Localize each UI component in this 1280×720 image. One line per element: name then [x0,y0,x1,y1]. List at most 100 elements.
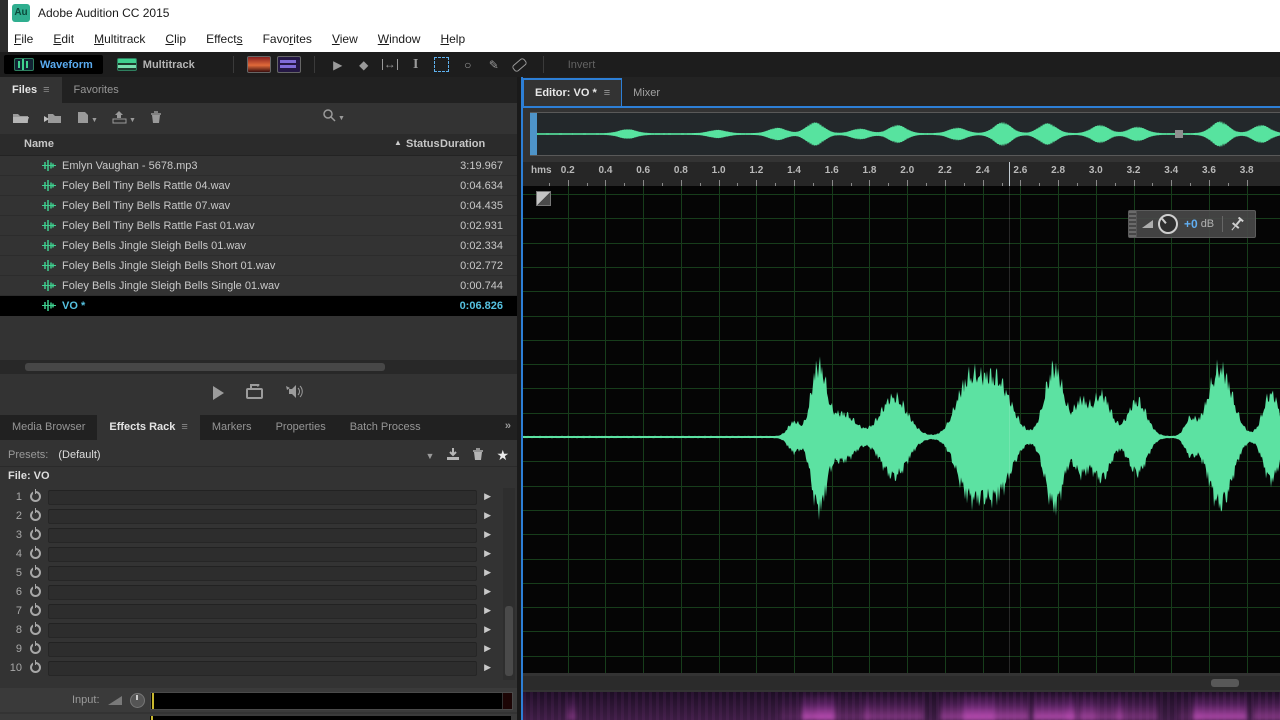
slot-arrow-icon[interactable]: ▶ [484,548,491,559]
slot-well[interactable] [48,623,477,638]
column-status[interactable]: Status [406,138,440,150]
effect-slot-6[interactable]: 6▶ [0,583,517,602]
menu-clip[interactable]: Clip [155,28,196,50]
effect-slot-4[interactable]: 4▶ [0,545,517,564]
power-icon[interactable] [30,548,41,559]
column-duration[interactable]: Duration [440,138,485,150]
favorite-star-icon[interactable]: ★ [496,447,509,464]
slot-well[interactable] [48,642,477,657]
tab-favorites[interactable]: Favorites [62,77,131,103]
razor-tool-icon[interactable]: ◆ [351,55,377,74]
file-row[interactable]: Foley Bells Jingle Sleigh Bells Single 0… [0,276,517,296]
slot-arrow-icon[interactable]: ▶ [484,491,491,502]
play-icon[interactable] [213,386,224,400]
open-file-button[interactable] [12,111,30,124]
loop-playback-icon[interactable] [246,384,264,402]
menu-favorites[interactable]: Favorites [253,28,322,50]
effect-slot-3[interactable]: 3▶ [0,526,517,545]
new-file-button[interactable]: ▼ [76,111,98,124]
pin-icon[interactable] [1230,217,1244,232]
tab-overflow-chevron[interactable]: » [505,420,511,432]
power-icon[interactable] [30,586,41,597]
effect-slot-2[interactable]: 2▶ [0,507,517,526]
file-row[interactable]: Foley Bells Jingle Sleigh Bells Short 01… [0,256,517,276]
move-tool-icon[interactable]: ▶ [325,55,351,74]
panel-menu-icon[interactable]: ≡ [181,421,187,433]
tab-markers[interactable]: Markers [200,414,264,440]
scrollbar-thumb[interactable] [1211,679,1239,687]
playhead-marker[interactable] [1009,162,1010,186]
slot-well[interactable] [48,528,477,543]
tab-mixer[interactable]: Mixer [622,80,671,106]
slot-arrow-icon[interactable]: ▶ [484,662,491,673]
waveform-view-button[interactable]: Waveform [4,55,103,74]
tab-media-browser[interactable]: Media Browser [0,414,97,440]
trash-icon-button[interactable] [150,111,162,124]
power-icon[interactable] [30,491,41,502]
preset-value[interactable]: (Default) [58,449,100,461]
slip-tool-icon[interactable]: ↔ [377,55,403,74]
paintbrush-tool-icon[interactable]: ✎ [481,55,507,74]
menu-file[interactable]: File [4,28,43,50]
files-column-header[interactable]: Name ▲ Status Duration [0,134,517,156]
slot-well[interactable] [48,490,477,505]
power-icon[interactable] [30,529,41,540]
panel-menu-icon[interactable]: ≡ [604,87,610,99]
menu-multitrack[interactable]: Multitrack [84,28,155,50]
multitrack-view-button[interactable]: Multitrack [107,55,205,74]
power-icon[interactable] [30,510,41,521]
insert-into-multitrack-button[interactable]: ▼ [112,111,136,124]
power-icon[interactable] [30,567,41,578]
preset-dropdown-icon[interactable]: ▼ [426,451,435,461]
editor-horizontal-scrollbar[interactable] [523,676,1280,690]
file-row[interactable]: Foley Bell Tiny Bells Rattle Fast 01.wav… [0,216,517,236]
slot-well[interactable] [48,566,477,581]
lasso-selection-tool-icon[interactable]: ○ [455,55,481,74]
effect-slot-8[interactable]: 8▶ [0,621,517,640]
effect-slot-10[interactable]: 10▶ [0,659,517,678]
hud-gain-knob[interactable] [1158,214,1178,234]
files-horizontal-scrollbar[interactable] [0,360,517,374]
waveform-display-icon[interactable] [247,56,271,73]
import-file-button[interactable] [44,111,62,124]
slot-well[interactable] [48,585,477,600]
slot-well[interactable] [48,547,477,562]
power-icon[interactable] [30,624,41,635]
slot-well[interactable] [48,509,477,524]
effect-slot-7[interactable]: 7▶ [0,602,517,621]
panel-menu-icon[interactable]: ≡ [43,84,49,96]
save-preset-icon[interactable] [446,448,460,464]
gain-hud[interactable]: +0 dB [1128,210,1256,238]
fade-in-handle[interactable] [536,191,551,206]
effect-slot-1[interactable]: 1▶ [0,488,517,507]
menu-effects[interactable]: Effects [196,28,252,50]
invert-button[interactable]: Invert [568,59,596,71]
hud-gain-value[interactable]: +0 [1184,217,1198,231]
column-name[interactable]: Name [24,138,54,150]
timeline-ruler[interactable]: hms 0.20.40.60.81.01.21.41.61.82.02.22.4… [523,162,1280,186]
slot-arrow-icon[interactable]: ▶ [484,624,491,635]
power-icon[interactable] [30,605,41,616]
slot-arrow-icon[interactable]: ▶ [484,586,491,597]
file-row[interactable]: Foley Bell Tiny Bells Rattle 04.wav0:04.… [0,176,517,196]
spot-healing-brush-tool-icon[interactable] [507,55,533,74]
menu-edit[interactable]: Edit [43,28,84,50]
scrollbar-thumb[interactable] [25,363,385,371]
spectral-display-icon[interactable] [277,56,301,73]
power-icon[interactable] [30,643,41,654]
slot-arrow-icon[interactable]: ▶ [484,567,491,578]
hud-grip[interactable] [1129,211,1137,237]
tab-editor[interactable]: Editor: VO * ≡ [523,78,622,106]
search-button[interactable]: ▼ [322,108,345,122]
menu-window[interactable]: Window [368,28,431,50]
file-row[interactable]: VO *0:06.826 [0,296,517,316]
slot-arrow-icon[interactable]: ▶ [484,605,491,616]
menu-help[interactable]: Help [430,28,475,50]
file-row[interactable]: Emlyn Vaughan - 5678.mp33:19.967 [0,156,517,176]
slot-well[interactable] [48,661,477,676]
file-row[interactable]: Foley Bells Jingle Sleigh Bells 01.wav0:… [0,236,517,256]
power-icon[interactable] [30,662,41,673]
tab-batch-process[interactable]: Batch Process [338,414,433,440]
time-selection-tool-icon[interactable]: I [403,55,429,74]
effect-slot-9[interactable]: 9▶ [0,640,517,659]
